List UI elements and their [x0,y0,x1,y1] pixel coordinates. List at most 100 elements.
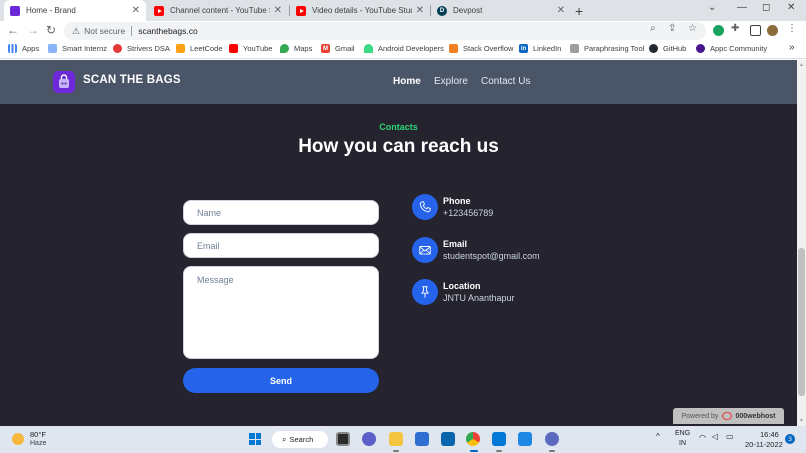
address-bar[interactable]: ⚠ Not secure scanthebags.co [64,22,706,40]
close-icon[interactable]: ✕ [274,5,282,16]
side-panel-icon[interactable] [750,25,761,36]
tab-title: Devpost [453,6,483,15]
battery-icon[interactable]: ▭ [726,432,734,441]
close-window-button[interactable]: ✕ [787,2,795,13]
bookmark-paraphrasing-tool[interactable]: Paraphrasing Tool [570,44,644,53]
tab-search-dropdown-icon[interactable]: ⌄ [708,2,716,13]
share-icon[interactable]: ⇪ [668,23,676,34]
back-arrow-icon[interactable]: ← [7,23,19,37]
weather-condition[interactable]: Haze [30,440,46,447]
powered-by-badge[interactable]: Powered by 000webhost [673,408,784,424]
maximize-button[interactable]: ◻ [762,2,770,13]
notification-count-badge[interactable]: 3 [785,434,795,444]
url-text[interactable]: scanthebags.co [138,26,198,36]
bookmark-youtube[interactable]: YouTube [229,44,272,53]
bag-glyph-icon [59,74,69,88]
devpost-icon: D [437,5,447,16]
warning-triangle-icon[interactable]: ⚠ [72,26,80,37]
name-field[interactable]: Name [183,200,379,225]
brand-logo-icon[interactable] [53,71,75,93]
wifi-icon[interactable]: ◠ [699,433,706,442]
running-indicator [496,450,502,452]
stack-overflow-icon [449,44,458,53]
bookmark-stack-overflow[interactable]: Stack Overflow [449,44,513,53]
vscode-icon[interactable] [492,432,506,446]
region-indicator[interactable]: IN [679,440,686,447]
send-button[interactable]: Send [183,368,379,393]
message-textarea[interactable]: Message [183,266,379,359]
bookmark-android-developers[interactable]: Android Developers [364,44,444,53]
brand-name[interactable]: SCAN THE BAGS [83,74,181,86]
language-indicator[interactable]: ENG [675,430,690,437]
email-field[interactable]: Email [183,233,379,258]
profile-avatar[interactable] [767,25,778,36]
section-title: How you can reach us [298,136,499,157]
clock-time[interactable]: 16:46 [760,430,779,439]
teams-chat-icon[interactable] [362,432,376,446]
extensions-puzzle-icon[interactable]: ✚ [731,23,739,34]
zoom-search-icon[interactable]: ⌕ [650,23,656,34]
taskbar-search[interactable]: ⌕ Search [272,431,328,448]
file-explorer-icon[interactable] [389,432,403,446]
bookmarks-bar: Apps Smart Internz Strivers DSA LeetCode… [0,41,806,59]
nav-link-contact-us[interactable]: Contact Us [481,76,530,87]
nav-link-home[interactable]: Home [393,76,421,87]
bookmark-strivers-dsa[interactable]: Strivers DSA [113,44,170,53]
bookmark-apps[interactable]: Apps [8,44,39,53]
forward-arrow-icon[interactable]: → [27,23,39,37]
security-status: Not secure [84,26,126,36]
minimize-button[interactable]: — [737,2,747,13]
new-tab-button[interactable]: + [575,3,583,19]
reload-icon[interactable]: ↻ [46,23,56,37]
weather-temperature[interactable]: 80°F [30,430,46,439]
smart-internz-icon [48,44,57,53]
bookmark-gmail[interactable]: M Gmail [321,44,355,53]
tab-video-details[interactable]: Video details - YouTube Studio ✕ [290,0,430,21]
bookmark-appc-community[interactable]: Appc Community [696,44,767,53]
youtube-icon [296,5,306,16]
media-player-icon[interactable] [518,432,532,446]
clock-date[interactable]: 20-11-2022 [745,440,783,449]
page-scrollbar[interactable]: ▲ ▼ [797,60,806,426]
windows-start-icon[interactable] [249,433,261,445]
weather-haze-icon[interactable] [12,433,24,445]
android-icon [364,44,373,53]
bookmarks-overflow-button[interactable]: » [789,42,795,53]
close-icon[interactable]: ✕ [416,5,424,16]
scrollbar-thumb[interactable] [798,248,805,396]
strivers-icon [113,44,122,53]
tray-overflow-chevron-icon[interactable]: ^ [656,432,660,441]
scroll-down-arrow-icon[interactable]: ▼ [797,418,806,424]
tab-home-brand[interactable]: Home - Brand ✕ [4,0,146,21]
bookmark-label: Gmail [335,44,355,53]
purple-brand-icon [10,5,20,16]
email-value: studentspot@gmail.com [443,251,540,261]
scroll-up-arrow-icon[interactable]: ▲ [797,62,806,68]
close-icon[interactable]: ✕ [557,5,565,16]
bookmark-maps[interactable]: Maps [280,44,312,53]
bookmark-linkedin[interactable]: in LinkedIn [519,44,561,53]
messaging-app-icon[interactable] [545,432,559,446]
site-header: SCAN THE BAGS Home Explore Contact Us [0,60,797,104]
chrome-icon[interactable] [466,432,480,446]
close-icon[interactable]: ✕ [132,5,140,16]
bookmark-label: Maps [294,44,313,53]
nav-link-explore[interactable]: Explore [434,76,468,87]
youtube-icon [154,5,164,16]
mail-app-icon[interactable] [441,432,455,446]
bookmark-leetcode[interactable]: LeetCode [176,44,223,53]
bookmark-star-icon[interactable]: ☆ [688,23,697,34]
tab-devpost[interactable]: D Devpost ✕ [431,0,571,21]
grammarly-extension-icon[interactable] [713,25,724,36]
microsoft-store-icon[interactable] [415,432,429,446]
bookmark-smart-internz[interactable]: Smart Internz [48,44,107,53]
menu-kebab-icon[interactable]: ⋮ [787,23,797,34]
youtube-icon [229,44,238,53]
email-placeholder: Email [197,240,220,251]
tab-channel-content[interactable]: Channel content - YouTube Studio ✕ [148,0,288,21]
task-view-icon[interactable] [336,432,350,446]
bookmark-github[interactable]: GitHub [649,44,686,53]
tab-strip: Home - Brand ✕ Channel content - YouTube… [0,0,806,21]
volume-icon[interactable]: ◁ [712,432,718,441]
bookmark-label: Android Developers [378,44,444,53]
